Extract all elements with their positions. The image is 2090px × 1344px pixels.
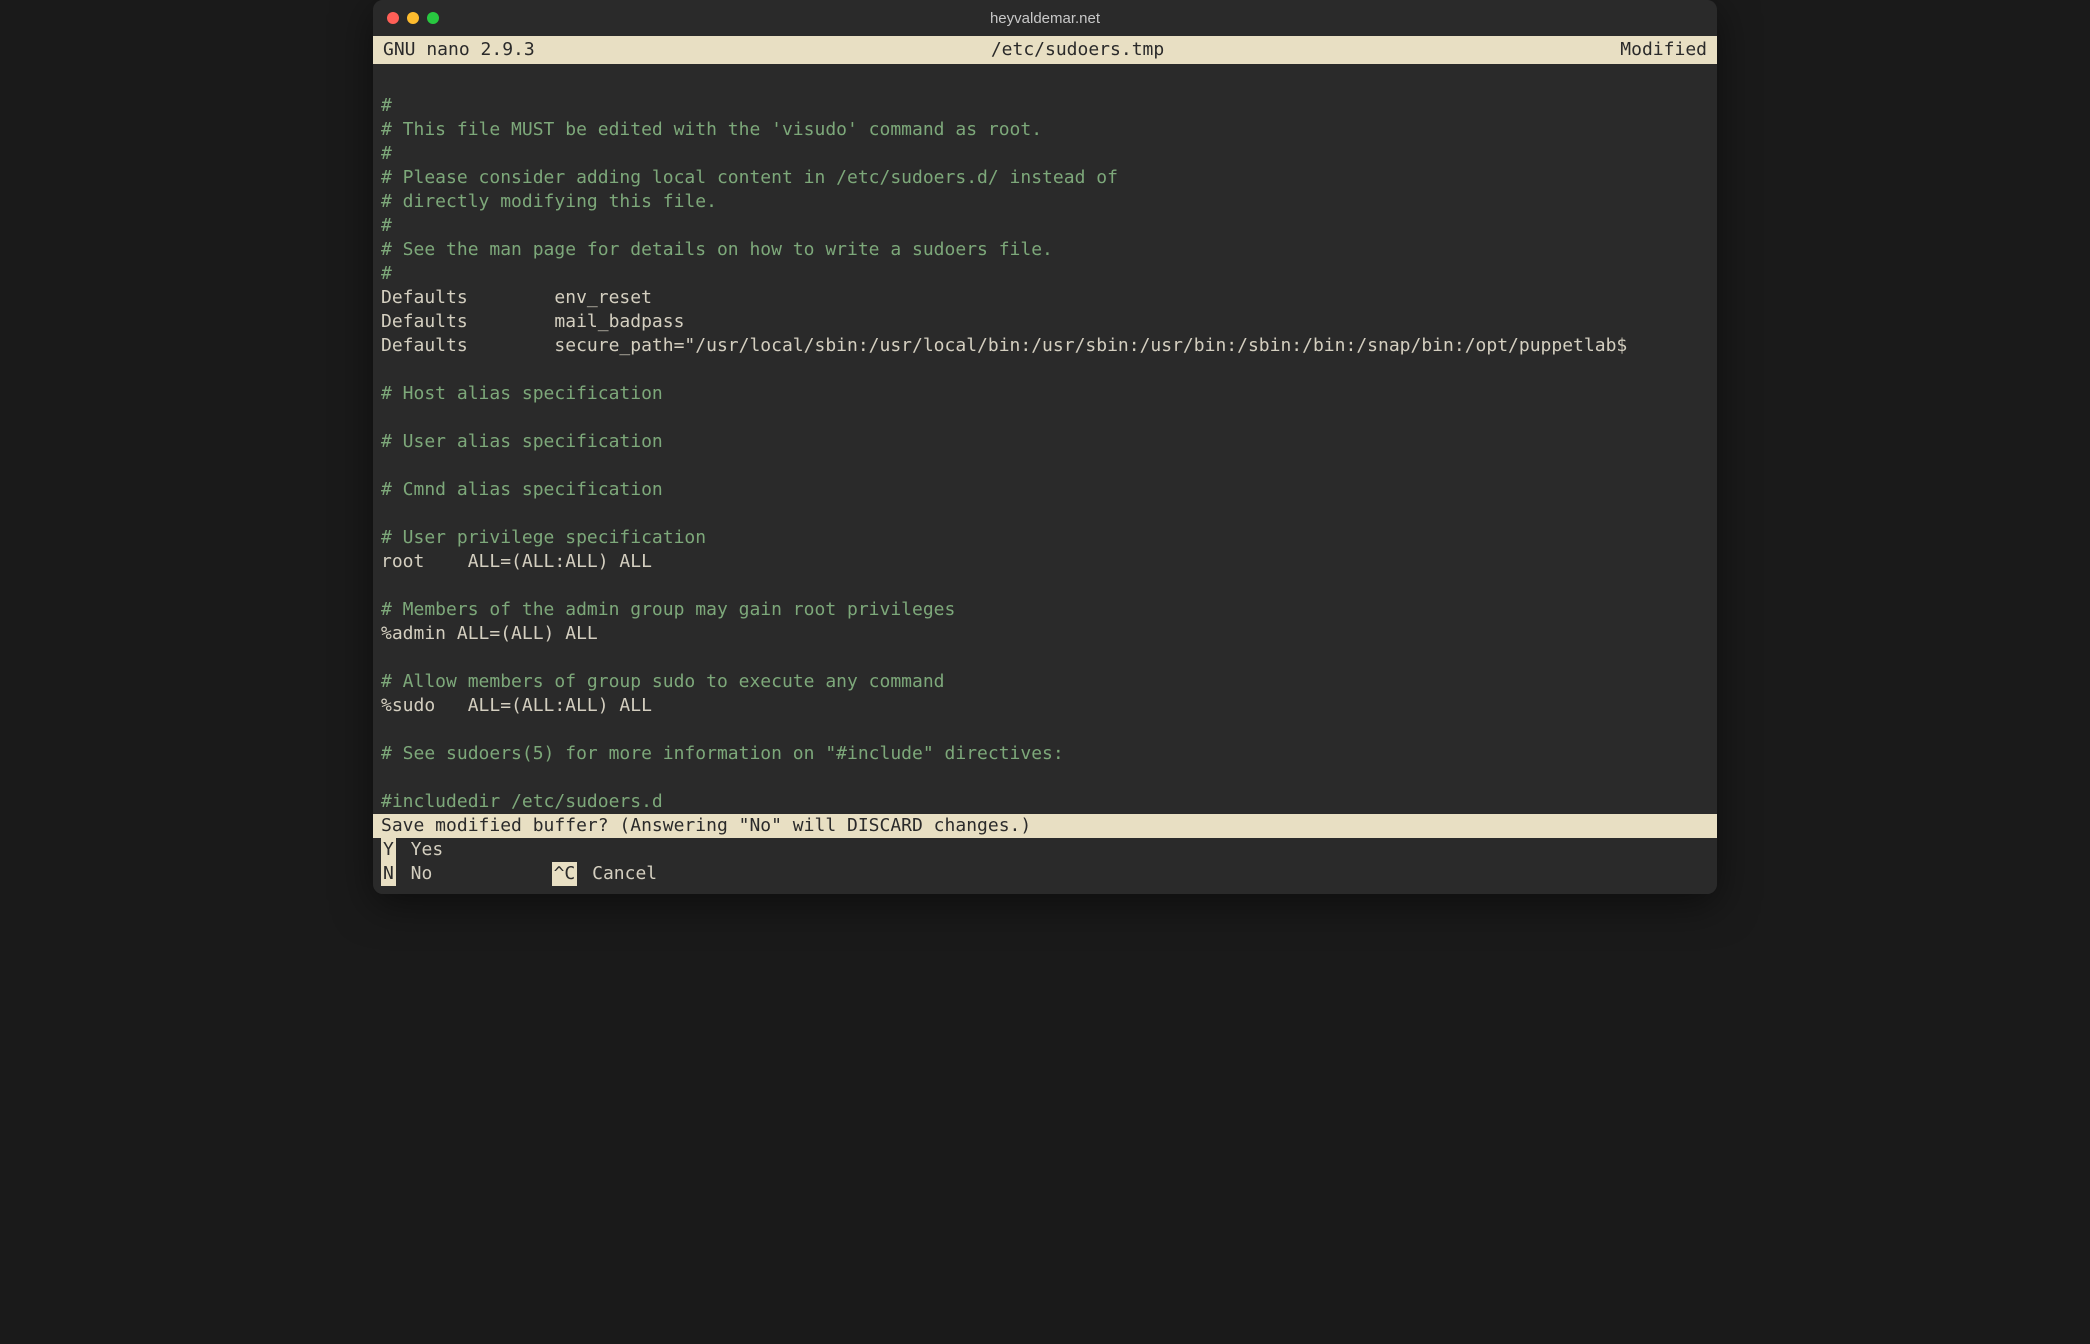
nano-app-version: GNU nano 2.9.3 <box>383 38 535 62</box>
editor-line <box>381 718 1709 742</box>
shortcut-cancel-label: Cancel <box>581 863 657 884</box>
minimize-window-button[interactable] <box>407 12 419 24</box>
shortcut-no-label: No <box>400 863 433 884</box>
shortcut-no[interactable]: N No <box>381 862 432 886</box>
editor-line <box>381 766 1709 790</box>
editor-line <box>381 454 1709 478</box>
shortcut-no-key: N <box>381 862 396 886</box>
nano-file-path: /etc/sudoers.tmp <box>535 38 1621 62</box>
editor-line: # Allow members of group sudo to execute… <box>381 670 1709 694</box>
window-titlebar: heyvaldemar.net <box>373 0 1717 36</box>
editor-line: # <box>381 262 1709 286</box>
shortcut-gap <box>432 862 551 886</box>
editor-line: # User alias specification <box>381 430 1709 454</box>
editor-line: root ALL=(ALL:ALL) ALL <box>381 550 1709 574</box>
maximize-window-button[interactable] <box>427 12 439 24</box>
editor-line <box>381 646 1709 670</box>
shortcut-yes[interactable]: Y Yes <box>381 838 443 862</box>
save-prompt-text: Save modified buffer? (Answering "No" wi… <box>381 815 1031 836</box>
editor-line <box>381 70 1709 94</box>
editor-line: # Please consider adding local content i… <box>381 166 1709 190</box>
shortcut-bar: Y Yes N No ^C Cancel <box>373 838 1717 894</box>
editor-line: Defaults env_reset <box>381 286 1709 310</box>
editor-line: # <box>381 142 1709 166</box>
shortcut-cancel-key: ^C <box>552 862 578 886</box>
editor-line: # Cmnd alias specification <box>381 478 1709 502</box>
editor-line: # Host alias specification <box>381 382 1709 406</box>
editor-line: # See the man page for details on how to… <box>381 238 1709 262</box>
editor-line: %admin ALL=(ALL) ALL <box>381 622 1709 646</box>
editor-line: Defaults mail_badpass <box>381 310 1709 334</box>
editor-line: Defaults secure_path="/usr/local/sbin:/u… <box>381 334 1709 358</box>
shortcut-cancel[interactable]: ^C Cancel <box>552 862 658 886</box>
nano-status: Modified <box>1620 38 1707 62</box>
editor-line: #includedir /etc/sudoers.d <box>381 790 1709 814</box>
editor-line <box>381 502 1709 526</box>
terminal-window: heyvaldemar.net GNU nano 2.9.3 /etc/sudo… <box>373 0 1717 894</box>
editor-content[interactable]: ## This file MUST be edited with the 'vi… <box>373 64 1717 814</box>
editor-line: # <box>381 94 1709 118</box>
shortcut-yes-key: Y <box>381 838 396 862</box>
editor-line <box>381 574 1709 598</box>
close-window-button[interactable] <box>387 12 399 24</box>
nano-header-bar: GNU nano 2.9.3 /etc/sudoers.tmp Modified <box>373 36 1717 64</box>
editor-line <box>381 406 1709 430</box>
save-prompt: Save modified buffer? (Answering "No" wi… <box>373 814 1717 838</box>
editor-line: %sudo ALL=(ALL:ALL) ALL <box>381 694 1709 718</box>
window-title: heyvaldemar.net <box>990 10 1100 27</box>
editor-line: # This file MUST be edited with the 'vis… <box>381 118 1709 142</box>
traffic-lights <box>387 12 439 24</box>
editor-line: # Members of the admin group may gain ro… <box>381 598 1709 622</box>
editor-line: # User privilege specification <box>381 526 1709 550</box>
editor-line: # directly modifying this file. <box>381 190 1709 214</box>
editor-line: # See sudoers(5) for more information on… <box>381 742 1709 766</box>
editor-line <box>381 358 1709 382</box>
shortcut-yes-label: Yes <box>400 839 443 860</box>
editor-line: # <box>381 214 1709 238</box>
